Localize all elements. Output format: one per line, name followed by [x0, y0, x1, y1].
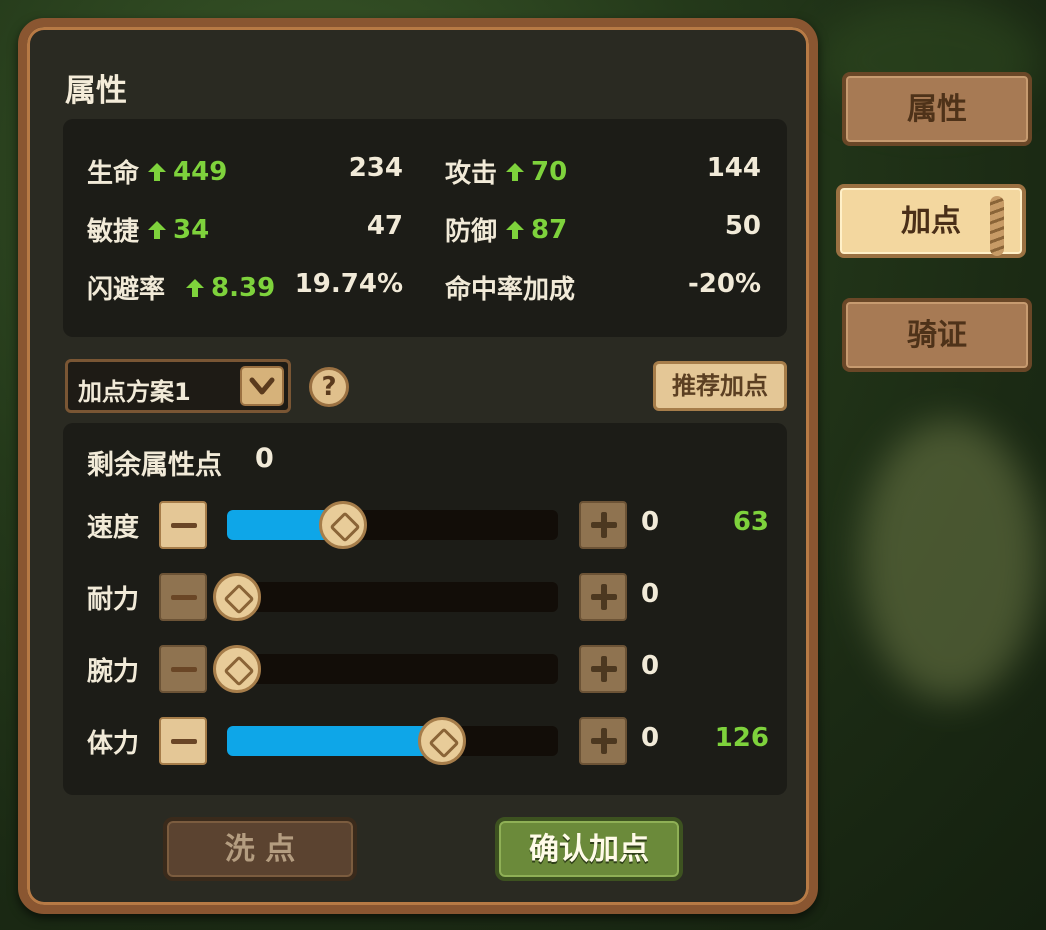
- up-arrow-icon: [505, 220, 525, 240]
- stat-agility-value: 47: [366, 211, 403, 241]
- plan-select[interactable]: 加点方案1: [65, 359, 291, 413]
- stat-hp-label: 生命: [87, 159, 140, 189]
- strength-slider[interactable]: [213, 645, 558, 693]
- row-endurance-label: 耐力: [87, 585, 140, 615]
- vitality-slider[interactable]: [227, 717, 558, 765]
- stat-attack: 攻击 70: [445, 153, 567, 190]
- stat-defense-value: 50: [724, 211, 761, 241]
- stat-defense-bonus: 87: [531, 214, 568, 245]
- up-arrow-icon: [505, 162, 525, 182]
- endurance-allocated: 0: [641, 579, 660, 609]
- vitality-slider-fill: [227, 726, 442, 756]
- stat-hit-bonus-value: -20%: [687, 269, 761, 299]
- allocation-box: 剩余属性点 0 速度 0 63 耐力 0 腕力 0 体力 0 126: [63, 423, 787, 795]
- stat-attack-value: 144: [706, 153, 761, 183]
- endurance-minus-button[interactable]: [159, 573, 207, 621]
- stat-hit-bonus-label: 命中率加成: [445, 275, 576, 305]
- speed-bonus: 63: [732, 507, 769, 537]
- vitality-allocated: 0: [641, 723, 660, 753]
- up-arrow-icon: [185, 278, 205, 298]
- stat-agility: 敏捷 34: [87, 211, 209, 248]
- endurance-slider[interactable]: [213, 573, 558, 621]
- tab-mount-license[interactable]: 骑证: [842, 298, 1032, 372]
- tab-allocate-label: 加点: [901, 204, 961, 239]
- strength-allocated: 0: [641, 651, 660, 681]
- remaining-points-value: 0: [255, 443, 274, 474]
- plan-select-value: 加点方案1: [78, 378, 191, 406]
- endurance-slider-knob[interactable]: [213, 573, 261, 621]
- stats-box: 生命 449 234 攻击 70 144 敏捷 34 47 防御 87 50 闪…: [63, 119, 787, 337]
- stat-defense-label: 防御: [445, 217, 498, 247]
- up-arrow-icon: [147, 220, 167, 240]
- speed-slider-knob[interactable]: [319, 501, 367, 549]
- stat-defense: 防御 87: [445, 211, 567, 248]
- row-speed-label: 速度: [87, 513, 140, 543]
- stat-agility-bonus: 34: [173, 214, 210, 245]
- help-icon[interactable]: ?: [309, 367, 349, 407]
- endurance-plus-button[interactable]: [579, 573, 627, 621]
- stat-attack-label: 攻击: [445, 159, 498, 189]
- strength-plus-button[interactable]: [579, 645, 627, 693]
- reset-points-button[interactable]: 洗 点: [163, 817, 357, 881]
- chevron-down-icon[interactable]: [240, 366, 284, 406]
- stat-dodge: 闪避率 8.39: [87, 269, 275, 306]
- stat-agility-label: 敏捷: [87, 217, 140, 247]
- rope-decoration: [990, 196, 1004, 256]
- stat-attack-bonus: 70: [531, 156, 568, 187]
- vitality-plus-button[interactable]: [579, 717, 627, 765]
- vitality-bonus: 126: [714, 723, 769, 753]
- strength-slider-knob[interactable]: [213, 645, 261, 693]
- stat-hp: 生命 449: [87, 153, 227, 190]
- vitality-minus-button[interactable]: [159, 717, 207, 765]
- confirm-points-button[interactable]: 确认加点: [495, 817, 683, 881]
- stat-dodge-value: 19.74%: [294, 269, 403, 299]
- row-vitality-label: 体力: [87, 729, 140, 759]
- recommend-points-button[interactable]: 推荐加点: [653, 361, 787, 411]
- speed-minus-button[interactable]: [159, 501, 207, 549]
- stat-hp-value: 234: [348, 153, 403, 183]
- stat-hp-bonus: 449: [173, 156, 228, 187]
- speed-plus-button[interactable]: [579, 501, 627, 549]
- speed-allocated: 0: [641, 507, 660, 537]
- row-strength-label: 腕力: [87, 657, 140, 687]
- remaining-points-label: 剩余属性点: [87, 450, 222, 481]
- strength-minus-button[interactable]: [159, 645, 207, 693]
- attribute-panel: 属性 生命 449 234 攻击 70 144 敏捷 34 47 防御 87 5…: [18, 18, 818, 914]
- tab-allocate[interactable]: 加点: [836, 184, 1026, 258]
- panel-title: 属性: [65, 73, 127, 109]
- stat-hit-bonus: 命中率加成: [445, 269, 575, 306]
- speed-slider[interactable]: [227, 501, 558, 549]
- background-foliage: [860, 420, 1040, 700]
- stat-dodge-label: 闪避率: [87, 275, 166, 305]
- vitality-slider-knob[interactable]: [418, 717, 466, 765]
- tab-attributes[interactable]: 属性: [842, 72, 1032, 146]
- up-arrow-icon: [147, 162, 167, 182]
